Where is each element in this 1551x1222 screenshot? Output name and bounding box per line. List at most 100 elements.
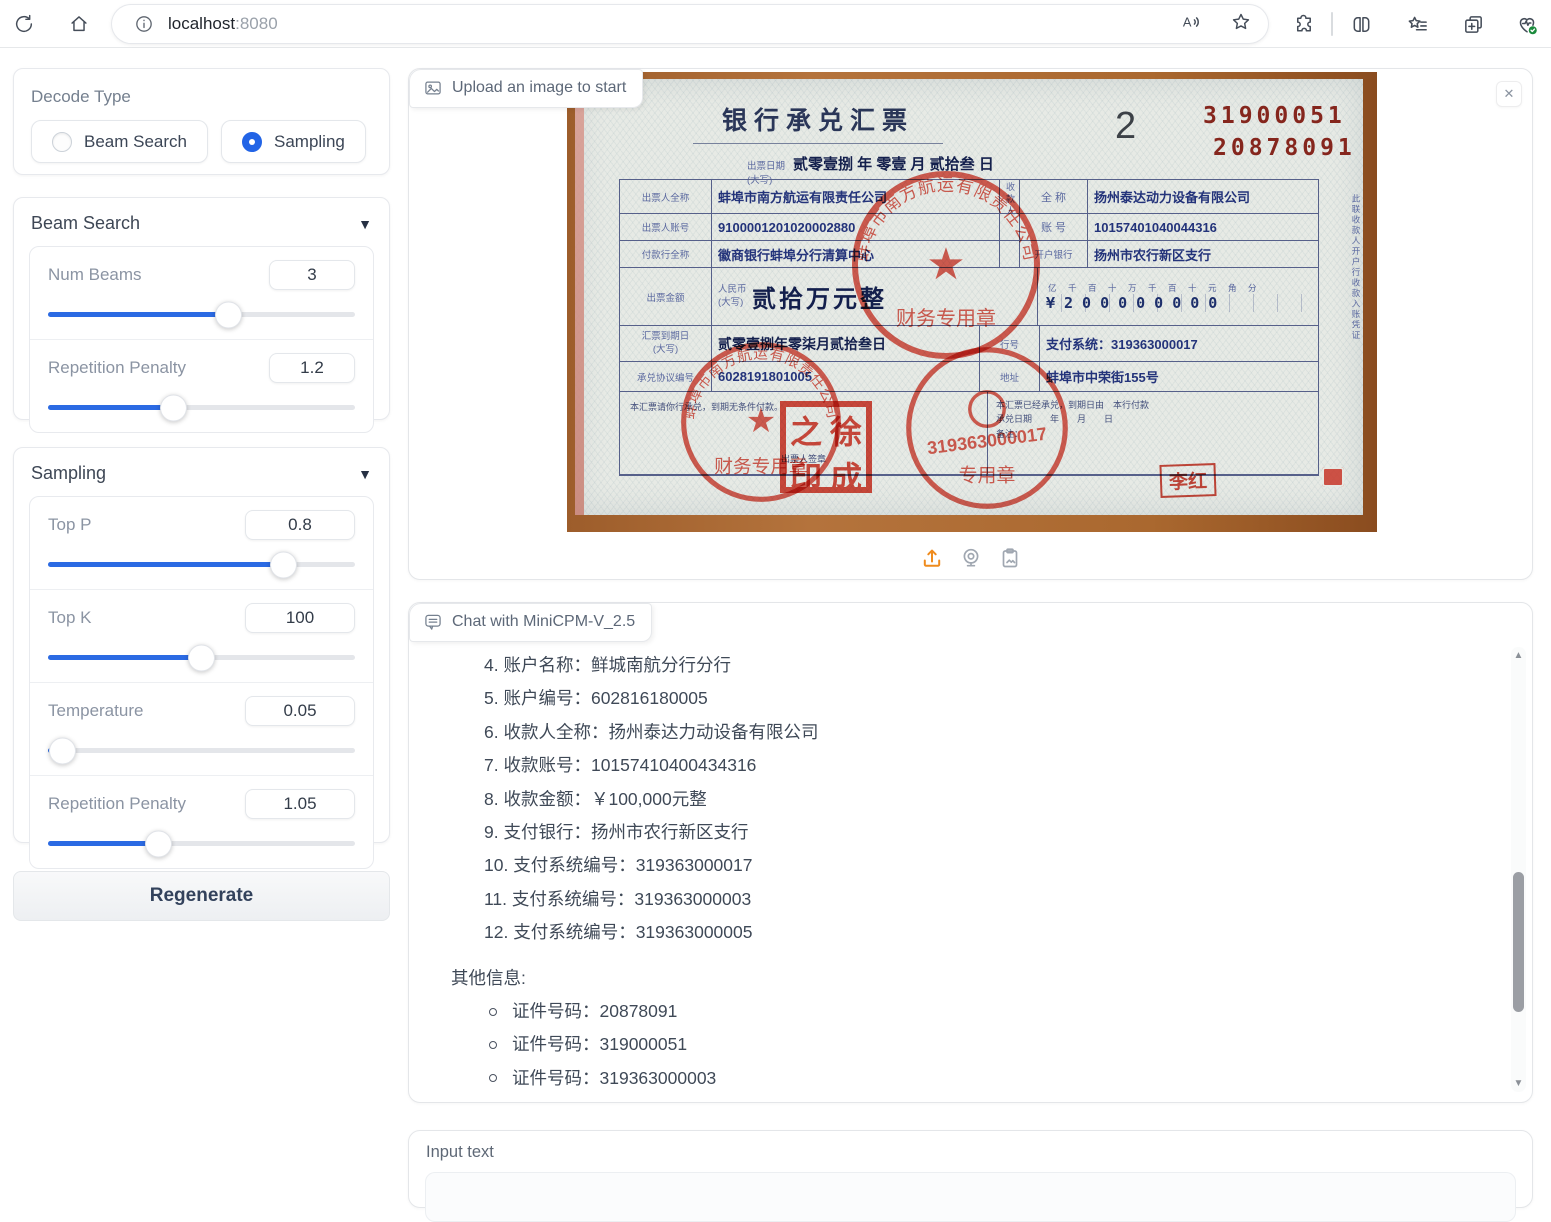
beam-rep-penalty-slider-handle[interactable]: [160, 394, 187, 421]
chat-item: 5. 账户编号：602816180005: [451, 682, 1498, 715]
beam-search-title: Beam Search: [31, 213, 140, 234]
lihong-name-stamp: 李红: [1159, 463, 1216, 498]
radio-off-icon[interactable]: [52, 132, 72, 152]
radio-sampling[interactable]: Sampling: [221, 120, 366, 163]
decode-type-label: Decode Type: [31, 87, 372, 107]
list-item: 证件号码：20878091: [451, 995, 1498, 1028]
close-image-button[interactable]: ✕: [1496, 81, 1522, 107]
top-p-label: Top P: [48, 515, 91, 535]
input-text-panel: Input text: [408, 1130, 1533, 1208]
browser-essentials-icon[interactable]: [1513, 10, 1541, 38]
temperature-slider-handle[interactable]: [49, 737, 76, 764]
radio-beam-search[interactable]: Beam Search: [31, 120, 208, 163]
sampling-title: Sampling: [31, 463, 106, 484]
bill-serial-top: 31900051: [1203, 103, 1346, 129]
chat-item: 10. 支付系统编号：319363000017: [451, 849, 1498, 882]
radio-sampling-label: Sampling: [274, 132, 345, 152]
num-beams-slider[interactable]: [48, 312, 355, 317]
collections-icon[interactable]: [1459, 10, 1487, 38]
beam-rep-penalty-input[interactable]: 1.2: [269, 353, 355, 383]
svg-text:专用章: 专用章: [959, 464, 1016, 486]
list-item: 证件号码：319363000003: [451, 1062, 1498, 1095]
list-item-clipped: 证件号码: [451, 1095, 1498, 1101]
top-k-input[interactable]: 100: [245, 603, 355, 633]
favorite-star-icon[interactable]: [1230, 11, 1252, 38]
top-p-input[interactable]: 0.8: [245, 510, 355, 540]
bill-serial-bottom: 20878091: [1213, 135, 1356, 161]
bullet-icon: [489, 1041, 497, 1049]
radio-on-icon[interactable]: [242, 132, 262, 152]
chevron-down-icon[interactable]: ▼: [358, 216, 372, 232]
num-beams-input[interactable]: 3: [269, 260, 355, 290]
regenerate-button[interactable]: Regenerate: [13, 871, 390, 921]
company-finance-round-stamp: 蚌埠市南方航运有限责任公司 ★ 财务专用章: [846, 165, 1046, 365]
chat-item: 7. 收款账号：10157410400434316: [451, 749, 1498, 782]
bank-round-stamp: 319363000017 专用章: [901, 342, 1073, 514]
bullet-icon: [489, 1008, 497, 1016]
beam-search-card: Beam Search ▼ Num Beams 3 Repetition Pen…: [13, 197, 390, 420]
sampling-rep-penalty-slider-handle[interactable]: [145, 830, 172, 857]
extensions-icon[interactable]: [1289, 10, 1317, 38]
bill-copy-number: 2: [1115, 105, 1136, 148]
temperature-label: Temperature: [48, 701, 143, 721]
decode-type-card: Decode Type Beam Search Sampling: [13, 68, 390, 175]
beam-search-header[interactable]: Beam Search ▼: [14, 198, 389, 244]
bullet-icon: [489, 1074, 497, 1082]
input-text-label: Input text: [426, 1143, 494, 1162]
bill-title: 银行承兑汇票: [693, 101, 943, 144]
sampling-header[interactable]: Sampling ▼: [14, 448, 389, 494]
home-icon[interactable]: [65, 10, 93, 38]
beam-rep-penalty-label: Repetition Penalty: [48, 358, 186, 378]
refresh-icon[interactable]: [10, 10, 38, 38]
chevron-down-icon[interactable]: ▼: [358, 466, 372, 482]
svg-text:319363000017: 319363000017: [926, 424, 1048, 459]
temperature-slider[interactable]: [48, 748, 355, 753]
scroll-down-arrow[interactable]: ▼: [1511, 1078, 1526, 1089]
svg-text:A: A: [1183, 14, 1192, 29]
num-beams-slider-handle[interactable]: [215, 301, 242, 328]
chat-item: 4. 账户名称：鲜城南航分行分行: [451, 649, 1498, 682]
chat-item: 9. 支付银行：扬州市农行新区支行: [451, 816, 1498, 849]
image-icon: [423, 78, 443, 98]
split-screen-icon[interactable]: [1347, 10, 1375, 38]
read-aloud-icon[interactable]: A: [1180, 11, 1204, 38]
top-k-label: Top K: [48, 608, 91, 628]
scrollbar-thumb[interactable]: [1513, 872, 1524, 1012]
chat-bubble-icon: [423, 612, 443, 632]
other-info-heading: 其他信息:: [451, 962, 1498, 995]
address-bar[interactable]: localhost:8080 A: [112, 5, 1268, 43]
list-item: 证件号码：319000051: [451, 1028, 1498, 1061]
top-k-slider-handle[interactable]: [188, 644, 215, 671]
beam-rep-penalty-slider[interactable]: [48, 405, 355, 410]
upload-image-panel: Upload an image to start ✕ 银行承兑汇票 2 3190…: [408, 68, 1533, 580]
chat-item: 8. 收款金额：￥100,000元整: [451, 783, 1498, 816]
chat-tab-label: Chat with MiniCPM-V_2.5: [409, 603, 652, 642]
top-p-slider-handle[interactable]: [270, 551, 297, 578]
num-beams-label: Num Beams: [48, 265, 142, 285]
bank-draft-paper: 银行承兑汇票 2 31900051 20878091 出票日期 贰零壹捌 年 零…: [575, 79, 1363, 515]
text-input-field[interactable]: [425, 1172, 1516, 1222]
temperature-input[interactable]: 0.05: [245, 696, 355, 726]
site-info-icon[interactable]: [134, 14, 154, 34]
top-k-slider[interactable]: [48, 655, 355, 660]
name-seal-stamp: 之徐 印成: [780, 401, 872, 493]
corner-red-seal: [1322, 467, 1344, 487]
paste-image-icon[interactable]: [998, 546, 1022, 575]
favorites-bar-icon[interactable]: [1403, 10, 1431, 38]
scroll-up-arrow[interactable]: ▲: [1511, 650, 1526, 661]
chat-output: 4. 账户名称：鲜城南航分行分行 5. 账户编号：602816180005 6.…: [451, 649, 1498, 1101]
svg-text:财务专用章: 财务专用章: [896, 307, 996, 330]
chat-item: 12. 支付系统编号：319363000005: [451, 916, 1498, 949]
browser-toolbar: localhost:8080 A: [0, 0, 1551, 48]
webcam-icon[interactable]: [959, 546, 983, 575]
sampling-rep-penalty-slider[interactable]: [48, 841, 355, 846]
upload-icon[interactable]: [920, 546, 944, 575]
toolbar-divider: [1331, 12, 1333, 36]
sampling-rep-penalty-input[interactable]: 1.05: [245, 789, 355, 819]
chat-scrollbar[interactable]: ▲ ▼: [1511, 647, 1526, 1092]
chat-item: 6. 收款人全称：扬州泰达力动设备有限公司: [451, 716, 1498, 749]
top-p-slider[interactable]: [48, 562, 355, 567]
uploaded-bill-image: 银行承兑汇票 2 31900051 20878091 出票日期 贰零壹捌 年 零…: [567, 72, 1377, 532]
upload-tab-label: Upload an image to start: [409, 69, 643, 108]
chat-item: 11. 支付系统编号：319363000003: [451, 883, 1498, 916]
